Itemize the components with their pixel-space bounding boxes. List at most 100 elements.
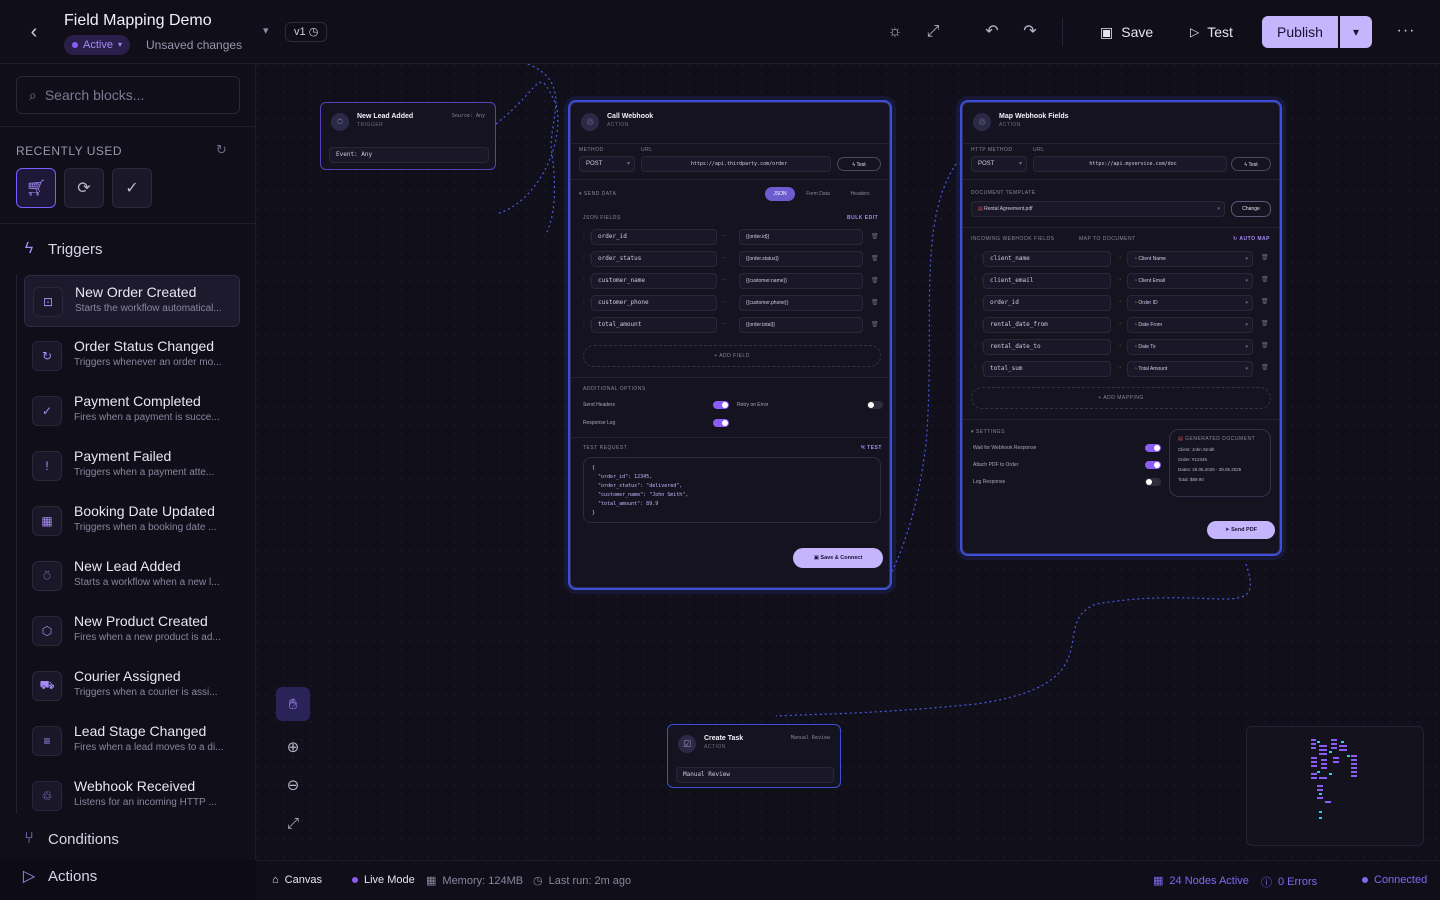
event-field[interactable]: Event: Any xyxy=(329,147,489,163)
undo-icon[interactable]: ↶ xyxy=(980,20,1004,44)
workflow-title[interactable]: Field Mapping Demo xyxy=(64,12,212,30)
recent-refresh-button[interactable]: ⟳ xyxy=(64,168,104,208)
json-value-field[interactable]: {{order.id}} xyxy=(739,229,863,245)
section-actions[interactable]: ▷ Actions xyxy=(20,866,97,886)
section-triggers[interactable]: ϟ Triggers xyxy=(20,240,103,258)
url-input[interactable]: https://api.myservice.com/doc xyxy=(1033,156,1227,172)
refresh-icon[interactable]: ↻ xyxy=(216,142,227,158)
minimap[interactable] xyxy=(1246,726,1424,846)
map-target-select[interactable]: ◔ Client Name ▾ xyxy=(1127,251,1253,267)
bulk-edit-link[interactable]: BULK EDIT xyxy=(847,215,878,221)
trash-icon[interactable]: 🗑︎ xyxy=(871,277,879,284)
json-value-field[interactable]: {{customer.name}} xyxy=(739,273,863,289)
fit-view-icon[interactable]: ⤢ xyxy=(276,806,310,840)
zoom-out-icon[interactable]: ⊖ xyxy=(276,768,310,802)
trigger-item[interactable]: ⍥ New Lead Added Starts a workflow when a… xyxy=(24,550,240,602)
trash-icon[interactable]: 🗑︎ xyxy=(871,321,879,328)
trash-icon[interactable]: 🗑︎ xyxy=(1261,298,1269,305)
trash-icon[interactable]: 🗑︎ xyxy=(871,255,879,262)
tab-form-data[interactable]: Form Data xyxy=(799,187,837,201)
url-input[interactable]: https://api.thirdparty.com/order xyxy=(641,156,831,172)
trash-icon[interactable]: 🗑︎ xyxy=(1261,364,1269,371)
json-key-field[interactable]: customer_name xyxy=(591,273,717,289)
section-conditions[interactable]: ⑂ Conditions xyxy=(20,830,119,848)
send-headers-toggle[interactable] xyxy=(713,401,729,409)
settings-label[interactable]: ▾ SETTINGS xyxy=(971,429,1005,435)
trigger-item[interactable]: ⬡ New Product Created Fires when a new pr… xyxy=(24,605,240,657)
json-key-field[interactable]: total_amount xyxy=(591,317,717,333)
wait-response-toggle[interactable] xyxy=(1145,444,1161,452)
publish-button[interactable]: Publish xyxy=(1262,16,1338,48)
incoming-field[interactable]: order_id xyxy=(983,295,1111,311)
incoming-field[interactable]: total_sum xyxy=(983,361,1111,377)
map-target-select[interactable]: ◔ Date From ▾ xyxy=(1127,317,1253,333)
trash-icon[interactable]: 🗑︎ xyxy=(1261,342,1269,349)
map-target-select[interactable]: ◔ Total Amount ▾ xyxy=(1127,361,1253,377)
json-key-field[interactable]: order_status xyxy=(591,251,717,267)
trigger-item[interactable]: ▦ Booking Date Updated Triggers when a bo… xyxy=(24,495,240,547)
live-mode-indicator[interactable]: Live Mode xyxy=(352,874,415,886)
test-url-button[interactable]: ϟ Test xyxy=(837,157,881,171)
node-new-lead-added[interactable]: ⍥ New Lead Added TRIGGER Source: Any Even… xyxy=(320,102,496,170)
save-button[interactable]: ▣ Save xyxy=(1100,16,1153,48)
tab-headers[interactable]: Headers xyxy=(841,187,879,201)
trash-icon[interactable]: 🗑︎ xyxy=(1261,254,1269,261)
send-pdf-button[interactable]: ➤ Send PDF xyxy=(1207,521,1275,539)
version-badge[interactable]: v1 ◷ xyxy=(285,22,328,42)
method-select[interactable]: POST ▾ xyxy=(579,156,635,172)
nodes-active-indicator[interactable]: ▦ 24 Nodes Active xyxy=(1153,874,1249,888)
recent-check-button[interactable]: ✓ xyxy=(112,168,152,208)
change-template-button[interactable]: Change xyxy=(1231,201,1271,217)
canvas-indicator[interactable]: ⌂ Canvas xyxy=(272,874,322,886)
trash-icon[interactable]: 🗑︎ xyxy=(871,233,879,240)
fullscreen-icon[interactable]: ⤢ xyxy=(921,20,945,44)
incoming-field[interactable]: client_email xyxy=(983,273,1111,289)
map-target-select[interactable]: ◔ Date To ▾ xyxy=(1127,339,1253,355)
trigger-item[interactable]: ♲ Webhook Received Listens for an incomin… xyxy=(24,770,240,822)
trigger-item[interactable]: ⊡ New Order Created Starts the workflow a… xyxy=(24,275,240,327)
theme-sun-icon[interactable]: ☼ xyxy=(883,20,907,44)
test-button[interactable]: ▷ Test xyxy=(1190,16,1233,48)
test-url-button[interactable]: ϟ Test xyxy=(1231,157,1271,171)
retry-on-error-toggle[interactable] xyxy=(867,401,883,409)
incoming-field[interactable]: rental_date_from xyxy=(983,317,1111,333)
node-create-task[interactable]: ☑ Create Task ACTION Manual Review Manual… xyxy=(667,724,841,788)
save-connect-button[interactable]: ▣ Save & Connect xyxy=(793,548,883,568)
node-call-webhook[interactable]: ♲ Call Webhook ACTION METHOD URL POST ▾ ht… xyxy=(570,102,890,588)
search-input[interactable] xyxy=(44,87,225,103)
map-target-select[interactable]: ◔ Order ID ▾ xyxy=(1127,295,1253,311)
incoming-field[interactable]: client_name xyxy=(983,251,1111,267)
attach-pdf-toggle[interactable] xyxy=(1145,461,1161,469)
log-response-toggle[interactable] xyxy=(1145,478,1161,486)
tab-json[interactable]: JSON xyxy=(765,187,795,201)
status-badge[interactable]: Active ▾ xyxy=(64,35,130,55)
add-mapping-button[interactable]: + ADD MAPPING xyxy=(971,387,1271,409)
doc-template-select[interactable]: ▤ Rental Agreement.pdf ▾ xyxy=(971,201,1225,217)
back-icon[interactable]: ‹ xyxy=(22,20,46,44)
response-log-toggle[interactable] xyxy=(713,419,729,427)
json-value-field[interactable]: {{customer.phone}} xyxy=(739,295,863,311)
add-field-button[interactable]: + ADD FIELD xyxy=(583,345,881,367)
trash-icon[interactable]: 🗑︎ xyxy=(1261,320,1269,327)
search-box[interactable]: ⌕ xyxy=(16,76,240,114)
json-key-field[interactable]: customer_phone xyxy=(591,295,717,311)
json-key-field[interactable]: order_id xyxy=(591,229,717,245)
auto-map-link[interactable]: ↻ AUTO MAP xyxy=(1233,236,1270,242)
map-target-select[interactable]: ◔ Client Email ▾ xyxy=(1127,273,1253,289)
trash-icon[interactable]: 🗑︎ xyxy=(871,299,879,306)
trigger-item[interactable]: ✓ Payment Completed Fires when a payment … xyxy=(24,385,240,437)
json-value-field[interactable]: {{order.total}} xyxy=(739,317,863,333)
trigger-item[interactable]: ≡ Lead Stage Changed Fires when a lead mo… xyxy=(24,715,240,767)
test-request-link[interactable]: ϟ TEST xyxy=(861,445,882,451)
method-select[interactable]: POST ▾ xyxy=(971,156,1027,172)
json-value-field[interactable]: {{order.status}} xyxy=(739,251,863,267)
trigger-item[interactable]: ! Payment Failed Triggers when a payment … xyxy=(24,440,240,492)
send-data-label[interactable]: ▾ SEND DATA xyxy=(579,191,616,197)
recent-cart-button[interactable]: 🛒︎ xyxy=(16,168,56,208)
trigger-item[interactable]: ↻ Order Status Changed Triggers whenever … xyxy=(24,330,240,382)
trigger-item[interactable]: ⛟ Courier Assigned Triggers when a courie… xyxy=(24,660,240,712)
redo-icon[interactable]: ↷ xyxy=(1018,20,1042,44)
errors-indicator[interactable]: ⓘ 0 Errors xyxy=(1261,874,1317,890)
task-field[interactable]: Manual Review xyxy=(676,767,834,783)
node-map-webhook-fields[interactable]: ♲ Map Webhook Fields ACTION HTTP METHOD U… xyxy=(962,102,1280,554)
